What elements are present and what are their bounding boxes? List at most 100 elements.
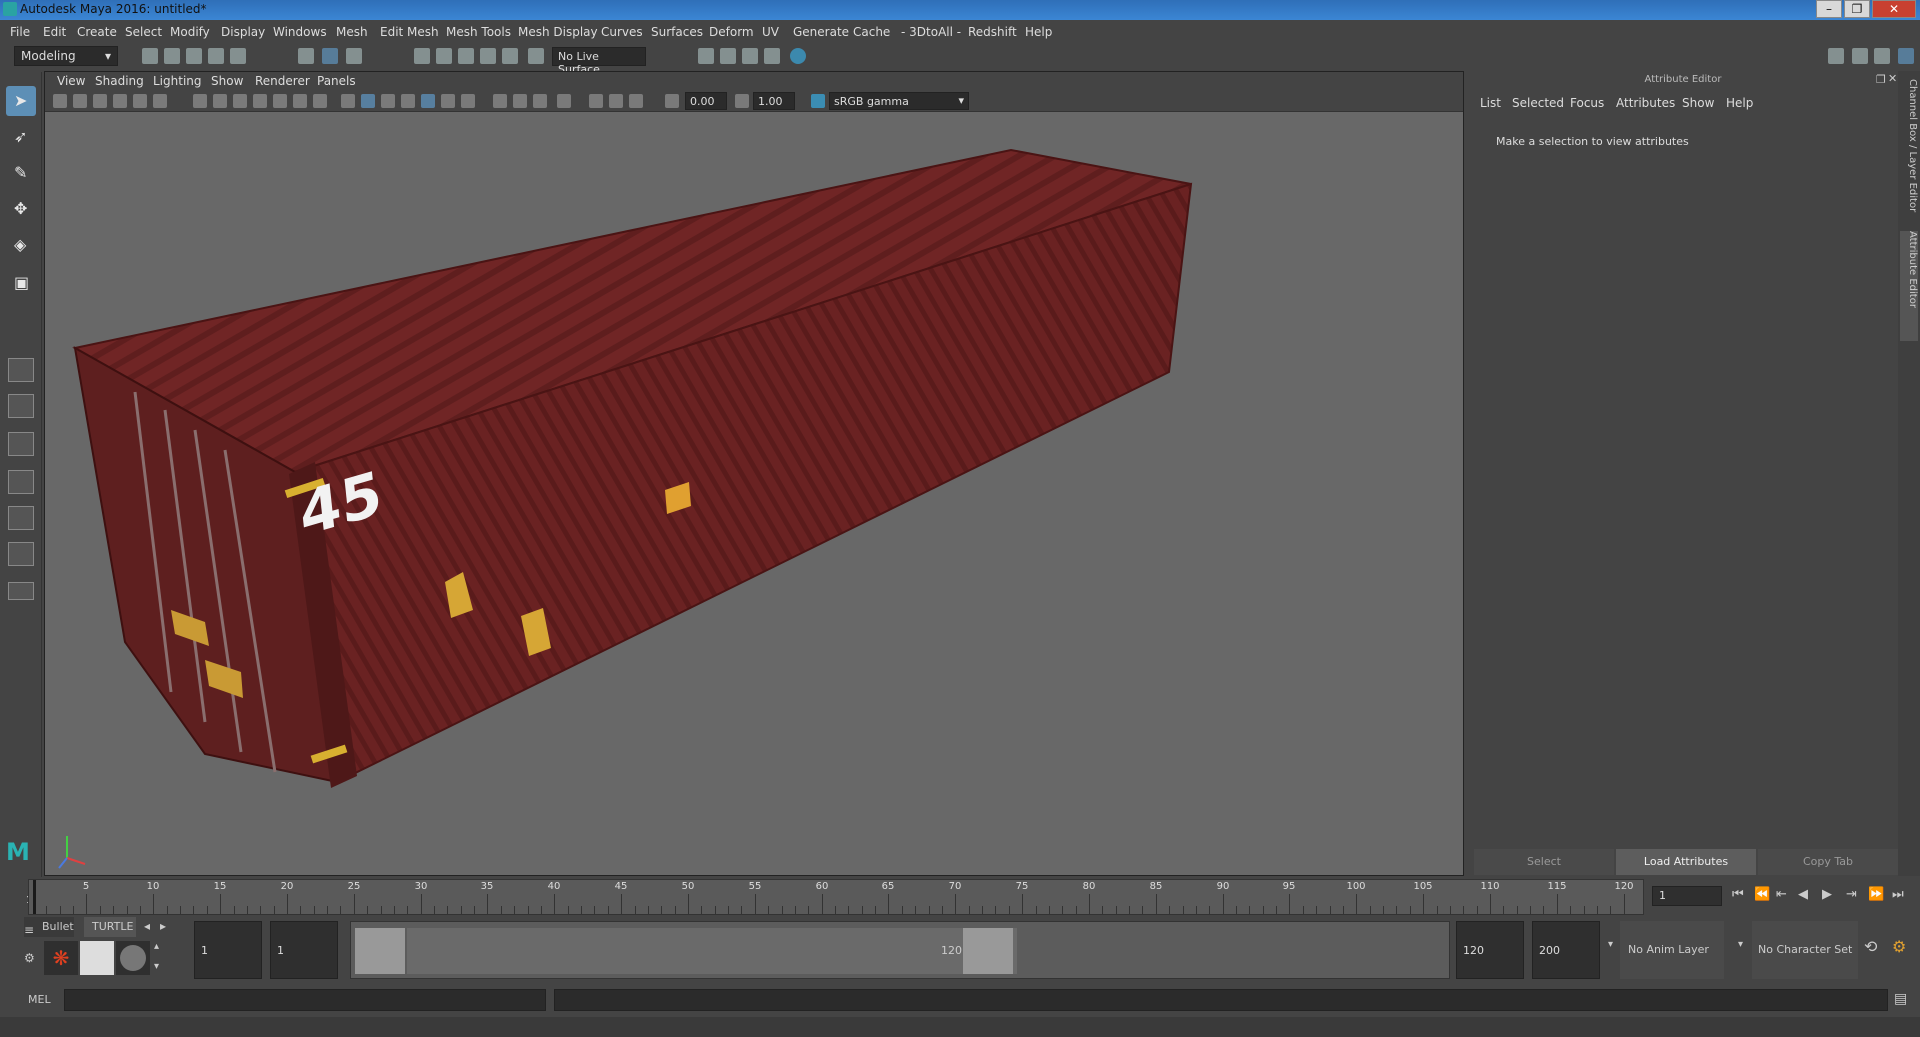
- exposure-field[interactable]: 0.00: [685, 92, 727, 110]
- rotate-tool-button[interactable]: ◈: [6, 230, 36, 260]
- menu-generate[interactable]: Generate: [793, 25, 849, 39]
- shadows-icon[interactable]: [401, 94, 415, 108]
- color-management-icon[interactable]: [811, 94, 825, 108]
- command-input[interactable]: [64, 989, 546, 1011]
- float-panel-icon[interactable]: ❐: [1876, 73, 1886, 86]
- playback-start-field[interactable]: 1: [270, 921, 338, 979]
- live-surface-field[interactable]: No Live Surface: [552, 47, 646, 76]
- anti-aliasing-icon[interactable]: [609, 94, 623, 108]
- chevron-down-icon[interactable]: ▾: [1738, 939, 1743, 950]
- step-forward-icon[interactable]: ⏩: [1868, 887, 1884, 902]
- safe-title-icon[interactable]: [313, 94, 327, 108]
- chevron-down-icon[interactable]: ▾: [1608, 939, 1613, 950]
- move-tool-button[interactable]: ✥: [6, 194, 36, 224]
- menu-3dtoall[interactable]: - 3DtoAll -: [901, 25, 961, 39]
- animation-preferences-icon[interactable]: ⚙: [1892, 937, 1906, 956]
- menu-mesh[interactable]: Mesh: [336, 25, 368, 39]
- hypershade-layout-icon[interactable]: [8, 542, 34, 566]
- select-component-icon[interactable]: [346, 48, 362, 64]
- make-live-icon[interactable]: [502, 48, 518, 64]
- undo-icon[interactable]: [208, 48, 224, 64]
- toggle-channel-box-icon[interactable]: [1898, 48, 1914, 64]
- shelf-down-icon[interactable]: ▾: [154, 961, 159, 972]
- vp-menu-shading[interactable]: Shading: [95, 74, 144, 88]
- toggle-modeling-toolkit-icon[interactable]: [1852, 48, 1868, 64]
- 3d-scene[interactable]: 45 persp: [45, 112, 1463, 909]
- shelf-up-icon[interactable]: ▴: [154, 941, 159, 952]
- grease-pencil-icon[interactable]: [153, 94, 167, 108]
- mode-selector[interactable]: Modeling ▾: [14, 46, 118, 66]
- render-view-icon[interactable]: [698, 48, 714, 64]
- xray-icon[interactable]: [493, 94, 507, 108]
- copy-tab-button[interactable]: Copy Tab: [1758, 849, 1898, 875]
- ae-menu-show[interactable]: Show: [1682, 96, 1714, 110]
- lighting-icon[interactable]: [381, 94, 395, 108]
- 2d-pan-zoom-icon[interactable]: [133, 94, 147, 108]
- select-hierarchy-icon[interactable]: [298, 48, 314, 64]
- menu-uv[interactable]: UV: [762, 25, 779, 39]
- snap-surface-icon[interactable]: [528, 48, 544, 64]
- go-to-end-icon[interactable]: ⏭: [1892, 887, 1904, 902]
- range-end-handle[interactable]: [963, 928, 1013, 974]
- animation-start-field[interactable]: 1: [194, 921, 262, 979]
- four-view-layout-icon[interactable]: [8, 394, 34, 418]
- smooth-shade-icon[interactable]: [361, 94, 375, 108]
- menu-mesh-tools[interactable]: Mesh Tools: [446, 25, 511, 39]
- restore-button[interactable]: ❐: [1844, 0, 1870, 18]
- wireframe-icon[interactable]: [341, 94, 355, 108]
- menu-file[interactable]: File: [10, 25, 30, 39]
- sphere-shelf-icon[interactable]: [116, 941, 150, 975]
- tab-channel-box[interactable]: Channel Box / Layer Editor: [1900, 79, 1918, 219]
- step-back-icon[interactable]: ⏪: [1754, 887, 1770, 902]
- range-start-handle[interactable]: [355, 928, 405, 974]
- script-editor-icon[interactable]: ▤: [1894, 991, 1907, 1007]
- gamma-icon[interactable]: [735, 94, 749, 108]
- menu-windows[interactable]: Windows: [273, 25, 327, 39]
- camera-attributes-icon[interactable]: [73, 94, 87, 108]
- menu-cache[interactable]: Cache: [853, 25, 890, 39]
- current-frame-field[interactable]: 1: [1652, 886, 1722, 906]
- depth-of-field-icon[interactable]: [629, 94, 643, 108]
- auto-key-icon[interactable]: ⟲: [1864, 937, 1877, 956]
- exposure-icon[interactable]: [665, 94, 679, 108]
- vp-menu-show[interactable]: Show: [211, 74, 243, 88]
- animation-end-field[interactable]: 200: [1532, 921, 1600, 979]
- vp-menu-panels[interactable]: Panels: [317, 74, 356, 88]
- use-all-lights-icon[interactable]: [441, 94, 455, 108]
- load-attributes-button[interactable]: Load Attributes: [1616, 849, 1756, 875]
- range-bar[interactable]: [407, 928, 1017, 974]
- play-forwards-icon[interactable]: ▶: [1822, 887, 1832, 902]
- gate-mask-icon[interactable]: [253, 94, 267, 108]
- close-button[interactable]: ✕: [1872, 0, 1916, 18]
- select-camera-icon[interactable]: [53, 94, 67, 108]
- isolate-select-icon[interactable]: [461, 94, 475, 108]
- xray-active-icon[interactable]: [533, 94, 547, 108]
- playback-end-field[interactable]: 120: [1456, 921, 1524, 979]
- select-button[interactable]: Select: [1474, 849, 1614, 875]
- snap-point-icon[interactable]: [458, 48, 474, 64]
- image-plane-icon[interactable]: [113, 94, 127, 108]
- ambient-occlusion-icon[interactable]: [557, 94, 571, 108]
- close-panel-icon[interactable]: ✕: [1888, 72, 1897, 85]
- ae-menu-attributes[interactable]: Attributes: [1616, 96, 1675, 110]
- menu-edit-mesh[interactable]: Edit Mesh: [380, 25, 439, 39]
- go-to-start-icon[interactable]: ⏮: [1732, 887, 1744, 902]
- tab-attribute-editor[interactable]: Attribute Editor: [1900, 231, 1918, 341]
- shelf-scroll-right-icon[interactable]: ▸: [160, 919, 166, 933]
- menu-modify[interactable]: Modify: [170, 25, 210, 39]
- film-gate-icon[interactable]: [213, 94, 227, 108]
- play-backwards-icon[interactable]: ◀: [1798, 887, 1808, 902]
- character-set-dropdown[interactable]: No Character Set: [1752, 921, 1858, 979]
- ae-menu-focus[interactable]: Focus: [1570, 96, 1604, 110]
- resolution-gate-icon[interactable]: [233, 94, 247, 108]
- menu-surfaces[interactable]: Surfaces: [651, 25, 703, 39]
- field-chart-icon[interactable]: [273, 94, 287, 108]
- timeline-ruler[interactable]: 5 10 15 20 25 30 35 40 45 50 55 60 65 70 75 80 85 90 95 100…: [28, 879, 1644, 915]
- vp-menu-view[interactable]: View: [57, 74, 85, 88]
- color-space-dropdown[interactable]: sRGB gamma ▾: [829, 92, 969, 110]
- ae-menu-list[interactable]: List: [1480, 96, 1501, 110]
- toggle-outliner-icon[interactable]: [1874, 48, 1890, 64]
- bookmark-icon[interactable]: [93, 94, 107, 108]
- menu-create[interactable]: Create: [77, 25, 117, 39]
- menu-curves[interactable]: Curves: [601, 25, 643, 39]
